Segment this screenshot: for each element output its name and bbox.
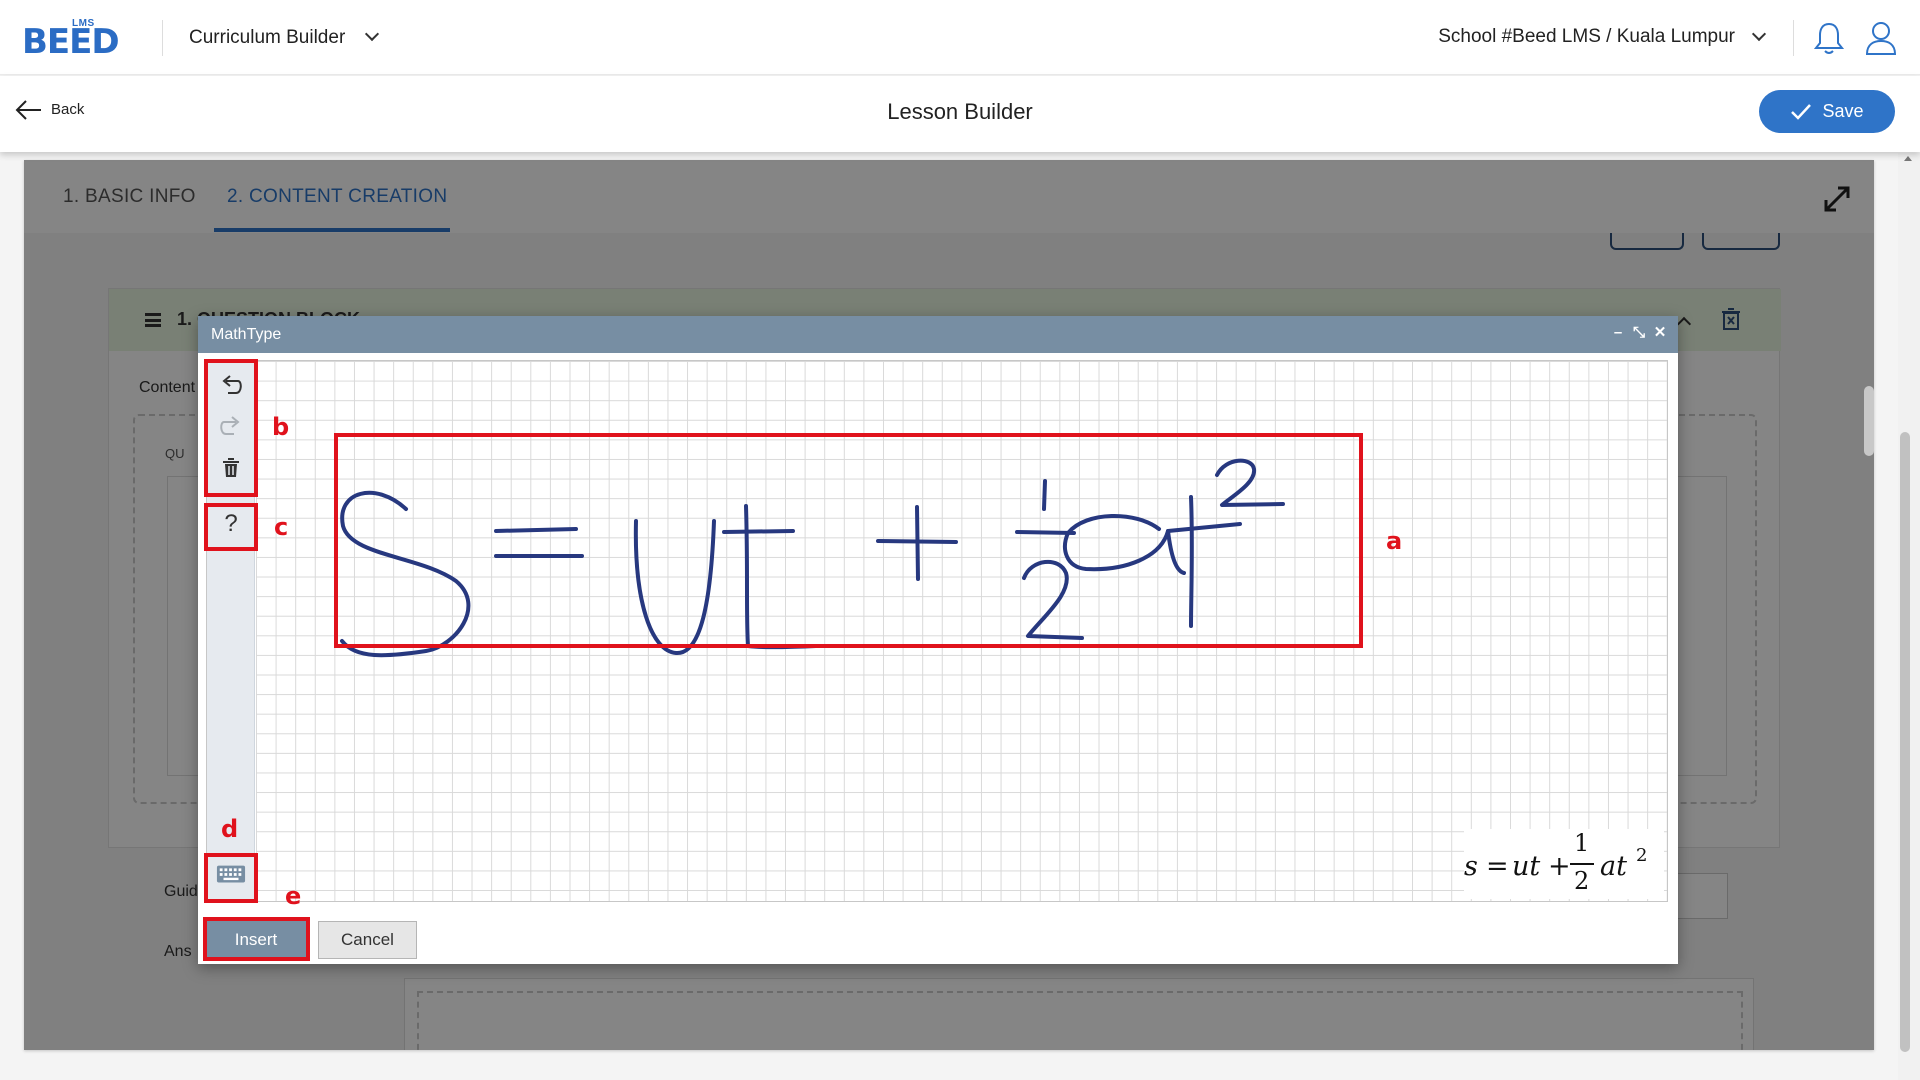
preview-lhs: s xyxy=(1464,851,1478,882)
annotation-label-a: a xyxy=(1386,527,1403,555)
top-bar: LMS BEED Curriculum Builder School #Beed… xyxy=(0,0,1920,75)
preview-exponent: 2 xyxy=(1636,845,1648,866)
preview-numerator: 1 xyxy=(1574,829,1590,857)
annotation-label-e: e xyxy=(285,882,302,910)
close-icon[interactable]: ✕ xyxy=(1652,325,1668,341)
page-title: Lesson Builder xyxy=(887,99,1033,124)
save-button[interactable]: Save xyxy=(1759,90,1895,133)
content-scrollbar-thumb[interactable] xyxy=(1864,386,1874,456)
school-label: School #Beed LMS / Kuala Lumpur xyxy=(1438,26,1735,47)
preview-plus: + xyxy=(1548,851,1571,882)
mathtype-titlebar[interactable]: MathType – ⤡ ✕ xyxy=(198,316,1678,353)
preview-denominator: 2 xyxy=(1574,867,1590,895)
check-icon xyxy=(1791,103,1812,120)
lesson-header-bar: Back Lesson Builder Save xyxy=(0,76,1920,152)
annotation-box-e xyxy=(203,917,310,961)
preview-term2: at xyxy=(1600,851,1627,882)
minimize-icon[interactable]: – xyxy=(1610,325,1626,341)
restore-icon[interactable]: ⤡ xyxy=(1631,325,1647,341)
mathtype-title: MathType xyxy=(211,326,282,343)
bell-icon[interactable] xyxy=(1813,20,1845,56)
beed-logo[interactable]: LMS BEED xyxy=(20,14,120,62)
formula-preview: s = ut + 1 2 at 2 xyxy=(1464,829,1664,899)
annotation-label-b: b xyxy=(272,413,290,441)
annotation-box-b xyxy=(204,359,258,497)
annotation-box-d xyxy=(204,853,258,903)
logo-wordmark: BEED xyxy=(22,22,120,62)
divider xyxy=(1793,20,1794,56)
preview-term1: ut xyxy=(1512,851,1541,882)
annotation-box-c xyxy=(204,503,258,551)
divider xyxy=(162,20,163,56)
preview-fraction-bar xyxy=(1570,863,1594,865)
annotation-label-c: c xyxy=(274,513,289,541)
page-scrollbar-thumb[interactable] xyxy=(1900,432,1910,1052)
save-label: Save xyxy=(1822,101,1864,121)
annotation-label-d: d xyxy=(221,815,239,843)
preview-equals: = xyxy=(1486,851,1509,882)
scroll-up-arrow[interactable] xyxy=(1904,156,1912,161)
curriculum-builder-label: Curriculum Builder xyxy=(189,27,346,48)
annotation-box-a xyxy=(334,433,1363,648)
user-icon[interactable] xyxy=(1864,20,1898,56)
chevron-down-icon xyxy=(364,26,380,42)
chevron-down-icon xyxy=(1751,26,1767,42)
cancel-button[interactable]: Cancel xyxy=(318,921,417,959)
